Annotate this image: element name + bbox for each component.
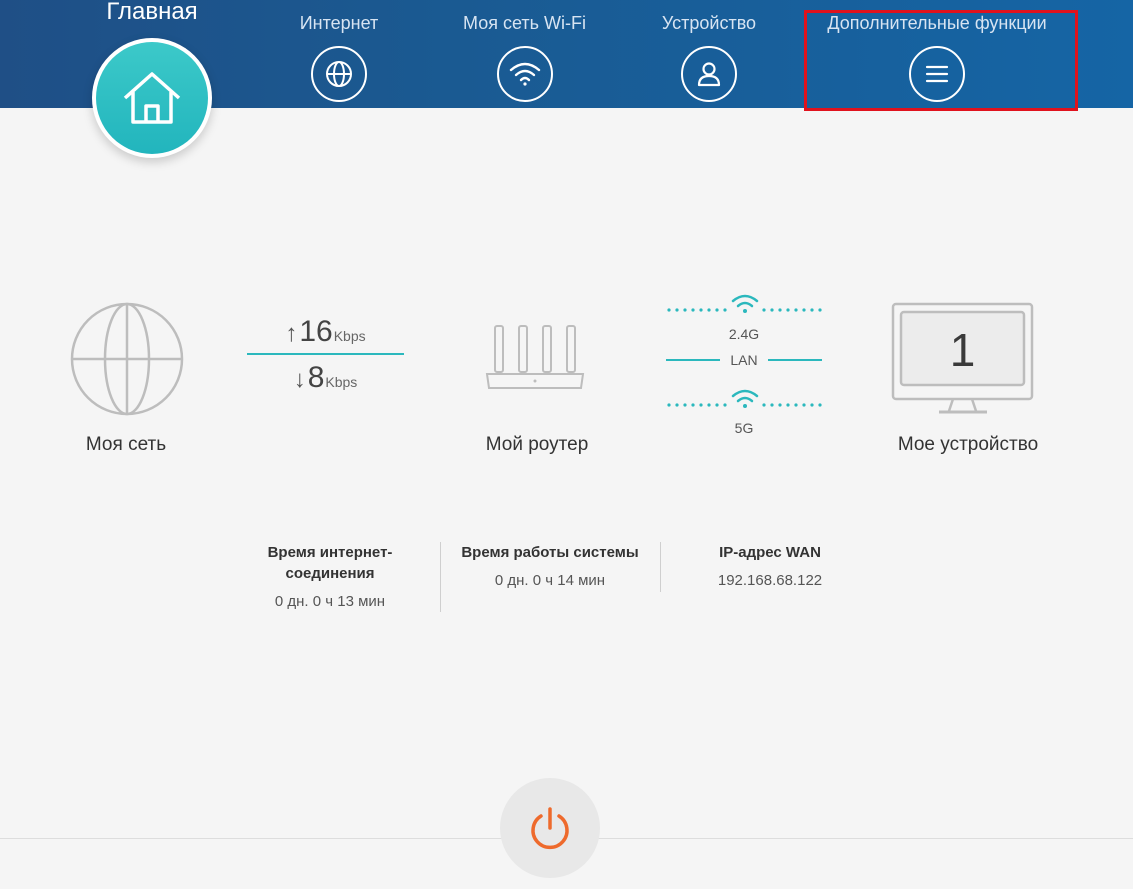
nav-device[interactable]: Устройство <box>648 12 770 102</box>
router-node[interactable] <box>483 322 587 392</box>
download-value: 8 <box>307 361 325 394</box>
nav-internet-label: Интернет <box>299 13 379 33</box>
connection-time-value: 0 дн. 0 ч 13 мин <box>274 593 386 610</box>
band-24-dots-left <box>667 308 727 312</box>
user-icon <box>681 46 737 102</box>
my-device-label: Мое устройство <box>897 434 1039 455</box>
globe-icon <box>70 302 184 416</box>
band-24-label: 2.4G <box>728 326 760 342</box>
lan-line-left <box>666 359 720 361</box>
wifi-5-icon <box>731 389 759 408</box>
arrow-up-icon: ↑ <box>285 320 298 347</box>
download-speed: ↓ 8 Kbps <box>247 361 404 395</box>
arrow-down-icon: ↓ <box>293 366 306 393</box>
highlight-rectangle <box>804 10 1078 111</box>
home-icon <box>96 42 208 154</box>
nav-wifi-label: Моя сеть Wi-Fi <box>463 13 586 33</box>
band-5-dots-right <box>762 403 822 407</box>
info-separator-1 <box>440 542 441 612</box>
uptime-value: 0 дн. 0 ч 14 мин <box>494 572 606 589</box>
my-network-label: Моя сеть <box>85 434 167 455</box>
device-count: 1 <box>949 324 976 376</box>
download-unit: Kbps <box>325 374 358 390</box>
band-5-label: 5G <box>734 420 754 436</box>
connection-time-title: Время интернет-соединения <box>267 544 393 582</box>
power-icon <box>531 807 569 850</box>
speed-indicator: ↑ 16 Kbps ↓ 8 Kbps <box>247 315 404 395</box>
band-5-dots-left <box>667 403 727 407</box>
my-network-node[interactable] <box>70 302 184 416</box>
upload-unit: Kbps <box>333 328 366 344</box>
wan-ip-info: IP-адрес WAN 192.168.68.122 <box>680 542 860 589</box>
connection-time-info: Время интернет-соединения 0 дн. 0 ч 13 м… <box>250 542 410 610</box>
home-button[interactable] <box>92 38 212 158</box>
router-label: Мой роутер <box>485 434 589 455</box>
wifi-icon <box>496 46 553 102</box>
my-device-node[interactable]: 1 <box>891 302 1034 416</box>
nav-internet[interactable]: Интернет <box>278 12 400 102</box>
router-icon <box>485 325 585 389</box>
info-separator-2 <box>660 542 661 592</box>
upload-speed: ↑ 16 Kbps <box>247 315 404 349</box>
nav-device-label: Устройство <box>661 13 757 33</box>
band-24-dots-right <box>762 308 822 312</box>
speed-divider <box>247 353 404 355</box>
uptime-title: Время работы системы <box>461 544 639 561</box>
wifi-24-icon <box>731 294 759 313</box>
power-button[interactable] <box>500 778 600 878</box>
wan-ip-value: 192.168.68.122 <box>717 572 823 589</box>
uptime-info: Время работы системы 0 дн. 0 ч 14 мин <box>450 542 650 589</box>
lan-label: LAN <box>730 352 758 368</box>
wan-ip-title: IP-адрес WAN <box>719 544 821 561</box>
globe-icon <box>311 46 367 102</box>
upload-value: 16 <box>299 315 333 348</box>
nav-wifi[interactable]: Моя сеть Wi-Fi <box>452 12 597 102</box>
lan-line-right <box>768 359 822 361</box>
home-title: Главная <box>106 0 198 25</box>
